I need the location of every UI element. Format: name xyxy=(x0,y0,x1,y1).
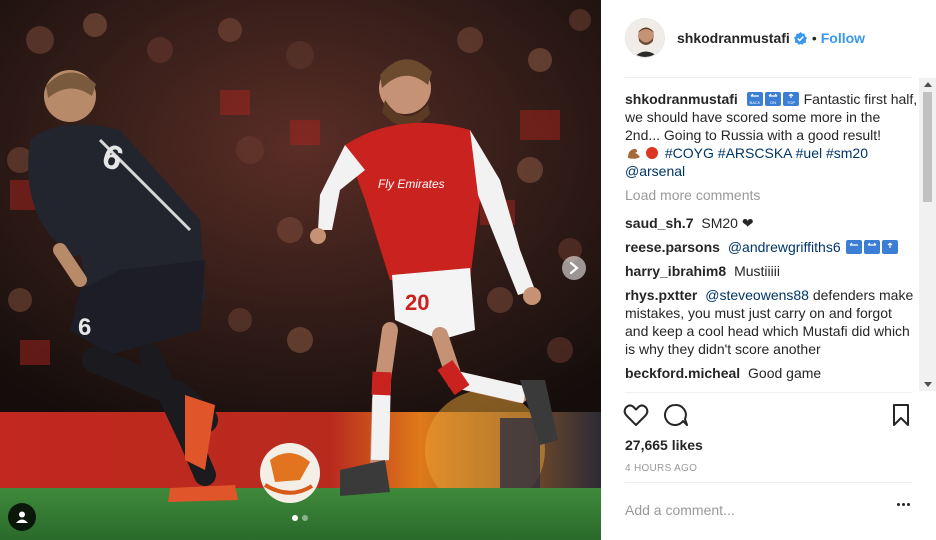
more-options-dot xyxy=(902,503,905,506)
add-comment-divider xyxy=(625,482,912,483)
back-on-top-emoji-icon: BACK ON TOP xyxy=(746,92,799,106)
svg-text:20: 20 xyxy=(405,290,429,315)
bookmark-icon xyxy=(893,404,909,426)
flexed-biceps-emoji-icon xyxy=(628,147,658,159)
header-divider xyxy=(625,77,912,78)
user-tags-button[interactable] xyxy=(8,503,36,531)
comments-list[interactable]: shkodranmustafi BACK ON TOP Fantastic fi… xyxy=(625,90,919,390)
comment-icon xyxy=(664,403,688,426)
carousel-dot xyxy=(302,515,308,521)
comment-username[interactable]: harry_ibrahim8 xyxy=(625,263,726,279)
next-photo-button[interactable] xyxy=(562,256,586,280)
caption-username[interactable]: shkodranmustafi xyxy=(625,91,738,107)
svg-text:Fly Emirates: Fly Emirates xyxy=(378,177,445,191)
more-options-dot xyxy=(907,503,910,506)
post-timestamp: 4 HOURS AGO xyxy=(625,463,698,474)
comment-text: Mustiiiii xyxy=(734,263,780,279)
carousel-dot-active xyxy=(292,515,298,521)
mention-link[interactable]: @steveowens88 xyxy=(705,287,809,303)
more-options-button[interactable] xyxy=(897,503,910,506)
comment-item: harry_ibrahim8 Mustiiiii xyxy=(625,262,919,280)
svg-text:BACK: BACK xyxy=(749,100,760,105)
mention-link[interactable]: @arsenal xyxy=(625,163,685,179)
hashtag-link[interactable]: #COYG xyxy=(665,145,714,161)
user-tag-icon xyxy=(16,511,28,523)
load-more-comments-button[interactable]: Load more comments xyxy=(625,186,919,204)
likes-count[interactable]: 27,665 likes xyxy=(625,437,703,453)
heart-icon xyxy=(623,404,649,426)
comment-item: saud_sh.7 SM20 ❤ xyxy=(625,214,919,232)
save-button[interactable] xyxy=(891,403,911,430)
follow-button[interactable]: Follow xyxy=(821,30,865,46)
avatar[interactable] xyxy=(625,18,665,58)
post-header: shkodranmustafi • Follow xyxy=(601,0,936,76)
actions-divider xyxy=(625,392,912,393)
add-comment-input[interactable] xyxy=(625,500,875,520)
hashtag-link[interactable]: #ARSCSKA xyxy=(718,145,792,161)
action-bar xyxy=(623,403,915,429)
comment-username[interactable]: beckford.micheal xyxy=(625,365,740,381)
caption: shkodranmustafi BACK ON TOP Fantastic fi… xyxy=(625,90,919,180)
svg-text:6: 6 xyxy=(78,314,91,341)
comments-scrollbar[interactable] xyxy=(919,78,936,391)
back-on-top-emoji-icon xyxy=(845,240,898,254)
comment-item: reese.parsons @andrewgriffiths6 xyxy=(625,238,919,256)
header-username[interactable]: shkodranmustafi xyxy=(677,30,790,46)
like-button[interactable] xyxy=(623,403,649,430)
comment-item: rhys.pxtter @steveowens88 defenders make… xyxy=(625,286,919,358)
comment-text: Good game xyxy=(748,365,822,381)
avatar-image xyxy=(626,19,664,57)
hashtag-link[interactable]: #uel xyxy=(796,145,822,161)
football-photo: 6 6 Fly Emirates 20 xyxy=(0,0,601,540)
comment-username[interactable]: rhys.pxtter xyxy=(625,287,697,303)
mention-link[interactable]: @andrewgriffiths6 xyxy=(728,239,841,255)
svg-text:TOP: TOP xyxy=(787,100,795,105)
comment-username[interactable]: saud_sh.7 xyxy=(625,215,693,231)
header-separator: • xyxy=(811,30,817,46)
football xyxy=(260,443,320,503)
comment-button[interactable] xyxy=(663,403,689,430)
verified-badge-icon xyxy=(793,31,807,45)
post-details-panel: shkodranmustafi • Follow shkodranmustafi… xyxy=(601,0,936,540)
hashtag-link[interactable]: #sm20 xyxy=(826,145,868,161)
comment-username[interactable]: reese.parsons xyxy=(625,239,720,255)
scroll-down-arrow-icon[interactable] xyxy=(924,382,932,387)
carousel-indicator xyxy=(292,515,308,521)
more-options-icon xyxy=(897,503,900,506)
post-photo[interactable]: 6 6 Fly Emirates 20 xyxy=(0,0,601,540)
chevron-right-icon xyxy=(569,262,579,274)
svg-text:ON: ON xyxy=(770,100,776,105)
comment-text: SM20 ❤ xyxy=(701,215,754,231)
scroll-up-arrow-icon[interactable] xyxy=(924,82,932,87)
scroll-thumb[interactable] xyxy=(923,92,932,202)
comment-item: beckford.micheal Good game xyxy=(625,364,919,382)
